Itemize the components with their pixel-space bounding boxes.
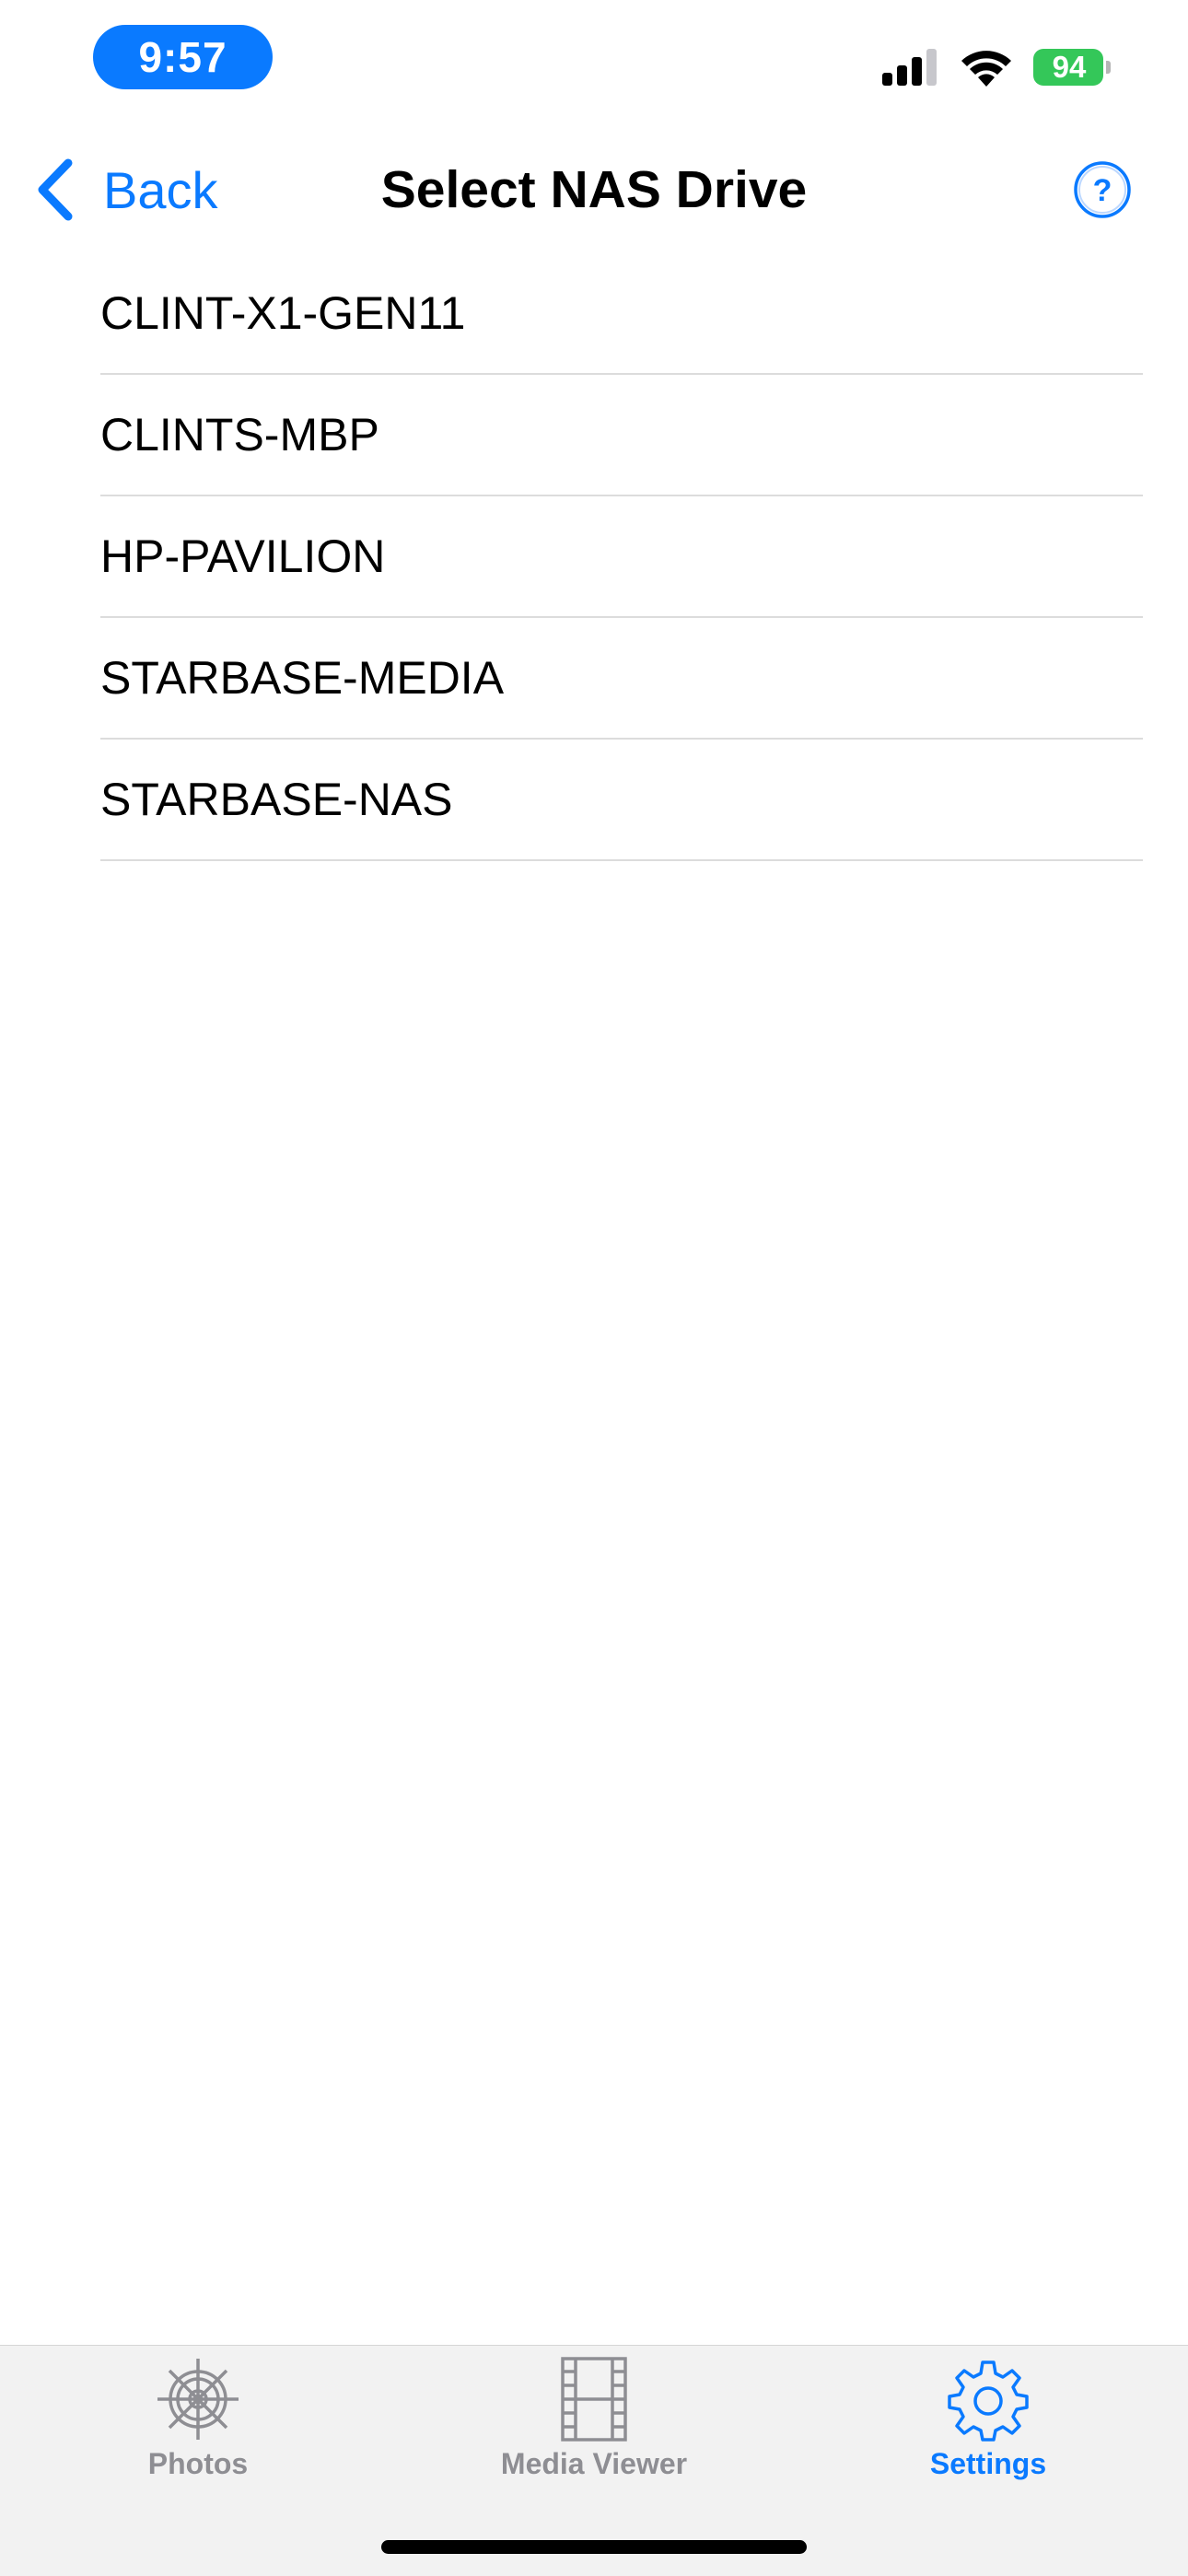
drive-name: STARBASE-NAS [100,774,453,825]
drive-list-item[interactable]: STARBASE-NAS [100,740,1143,861]
battery-level: 94 [1033,49,1103,86]
question-circle-icon[interactable]: ? [1072,159,1133,220]
wifi-icon [961,51,1011,87]
drive-name: HP-PAVILION [100,530,386,582]
gear-icon [948,2360,1029,2442]
tab-media-viewer[interactable]: Media Viewer [447,2355,741,2493]
drive-list-item[interactable]: CLINT-X1-GEN11 [100,253,1143,375]
battery-cap [1106,61,1111,74]
drive-list-item[interactable]: STARBASE-MEDIA [100,618,1143,740]
drive-list-item[interactable]: HP-PAVILION [100,496,1143,618]
status-icons: 94 [882,44,1111,90]
tab-label: Photos [147,2447,249,2480]
film-strip-icon [561,2357,627,2442]
home-indicator [381,2540,807,2554]
cellular-signal-icon [882,49,937,86]
drive-name: CLINTS-MBP [100,409,379,460]
drive-name: STARBASE-MEDIA [100,652,505,704]
drive-list: CLINT-X1-GEN11 CLINTS-MBP HP-PAVILION ST… [100,253,1143,861]
status-bar: 9:57 94 [0,0,1188,129]
svg-text:?: ? [1093,173,1112,208]
battery-indicator: 94 [1033,48,1111,87]
drive-list-item[interactable]: CLINTS-MBP [100,375,1143,496]
tab-label: Media Viewer [500,2447,688,2480]
tab-label: Settings [929,2447,1047,2480]
tab-settings[interactable]: Settings [841,2355,1136,2493]
navigation-bar: Back Select NAS Drive ? [0,129,1188,251]
drive-name: CLINT-X1-GEN11 [100,287,466,339]
tab-bar: Photos Media Viewer Settings [0,2345,1188,2576]
page-title: Select NAS Drive [380,160,808,219]
status-time[interactable]: 9:57 [93,25,273,89]
tab-photos[interactable]: Photos [51,2355,345,2493]
ship-wheel-icon [157,2359,239,2440]
